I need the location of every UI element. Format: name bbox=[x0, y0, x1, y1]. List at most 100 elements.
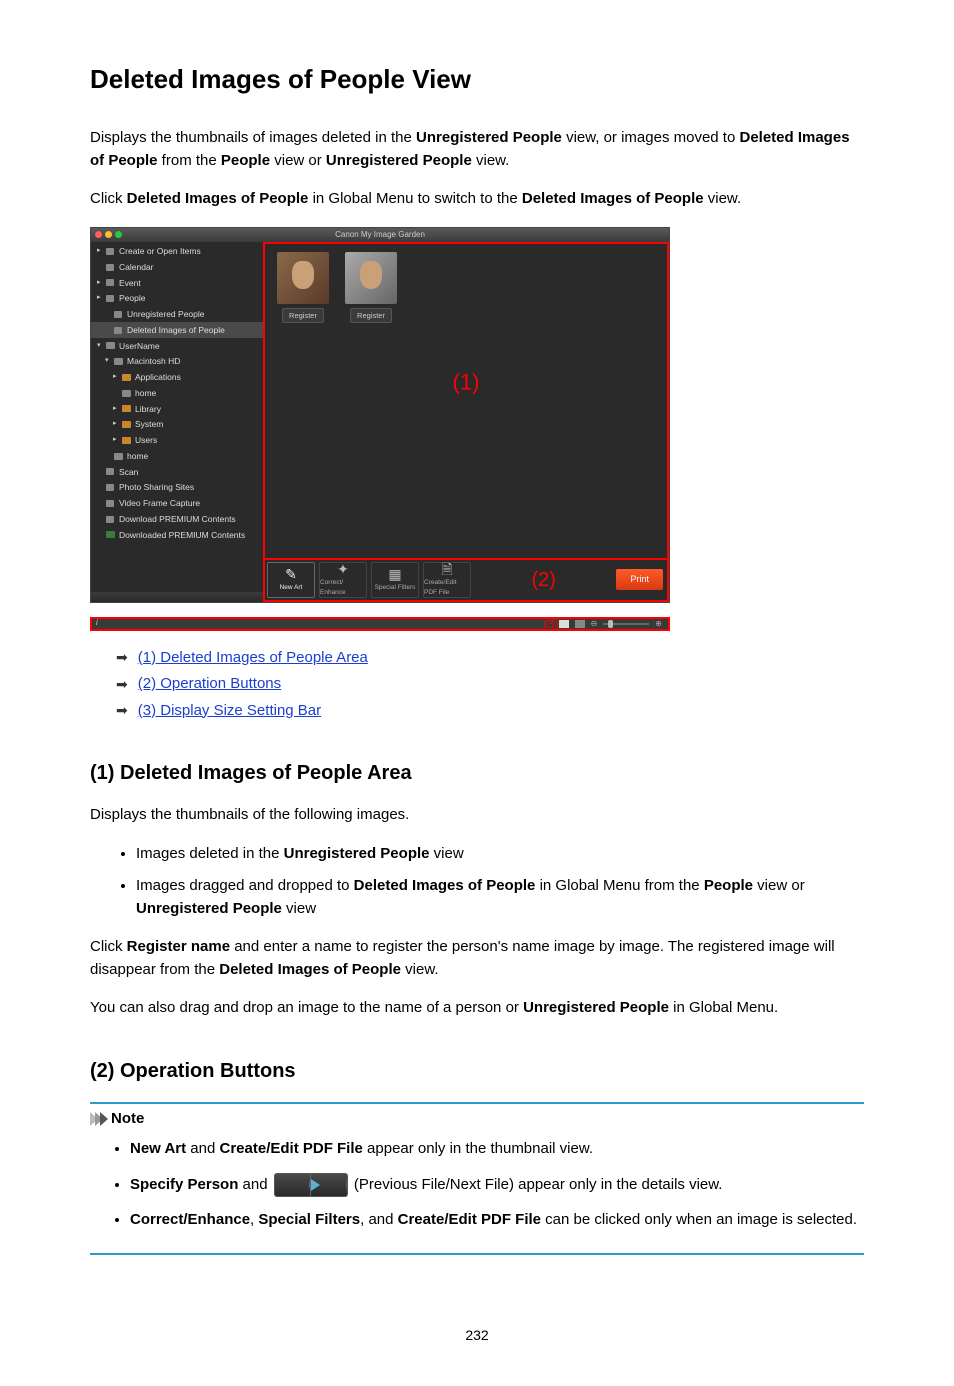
caret-icon: ▸ bbox=[97, 246, 103, 257]
details-view-icon[interactable] bbox=[575, 620, 585, 628]
sidebar-item[interactable]: Downloaded PREMIUM Contents bbox=[91, 527, 263, 543]
next-file-button[interactable] bbox=[311, 1174, 347, 1196]
sidebar-item[interactable]: Video Frame Capture bbox=[91, 496, 263, 512]
sidebar-item[interactable]: Download PREMIUM Contents bbox=[91, 511, 263, 527]
gen-icon bbox=[105, 247, 115, 255]
arrow-right-icon: ➡ bbox=[116, 647, 128, 668]
face-thumbnail bbox=[345, 252, 397, 304]
sidebar-item[interactable]: Deleted Images of People bbox=[91, 322, 263, 338]
arrow-right-icon: ➡ bbox=[116, 674, 128, 695]
gen-icon bbox=[105, 499, 115, 507]
zoom-in-icon[interactable]: ⊕ bbox=[655, 618, 662, 630]
operation-buttons-bar: ✎New Art ✦Correct/ Enhance ▦Special Filt… bbox=[263, 558, 669, 602]
note-box: Note New Art and Create/Edit PDF File ap… bbox=[90, 1102, 864, 1255]
link-area-2[interactable]: (2) Operation Buttons bbox=[138, 673, 281, 696]
gen-icon bbox=[105, 515, 115, 523]
window-controls bbox=[95, 231, 122, 238]
prev-file-button[interactable] bbox=[275, 1174, 311, 1196]
section-2-heading: (2) Operation Buttons bbox=[90, 1056, 864, 1086]
sidebar-item[interactable]: ▸System bbox=[91, 417, 263, 433]
caret-icon: ▸ bbox=[97, 278, 103, 289]
enhance-icon: ✦ bbox=[337, 562, 349, 576]
gen-icon bbox=[113, 310, 123, 318]
sidebar-item[interactable]: Scan bbox=[91, 464, 263, 480]
pdf-icon: 🗎 bbox=[441, 562, 452, 576]
prev-next-file-buttons bbox=[274, 1173, 348, 1197]
sidebar-item-label: Event bbox=[119, 277, 141, 290]
computer-icon bbox=[113, 452, 123, 460]
caret-icon: ▸ bbox=[113, 435, 119, 446]
sidebar-item[interactable]: ▸ Applications bbox=[91, 370, 263, 386]
person-thumb[interactable]: Register bbox=[341, 252, 401, 323]
caret-icon: ▸ bbox=[113, 372, 119, 383]
caret-icon: ▸ bbox=[113, 419, 119, 430]
sidebar-item-label: Macintosh HD bbox=[127, 355, 180, 368]
arrow-right-icon bbox=[311, 1179, 347, 1191]
register-button[interactable]: Register bbox=[350, 308, 392, 323]
sidebar-item-label: UserName bbox=[119, 340, 160, 353]
sidebar-item-label: Applications bbox=[135, 371, 181, 384]
callout-2: (2) bbox=[532, 565, 556, 595]
sidebar-item[interactable]: ▸People bbox=[91, 291, 263, 307]
intro-para-1: Displays the thumbnails of images delete… bbox=[90, 127, 864, 172]
thumbnail-view-icon[interactable] bbox=[559, 620, 569, 628]
link-area-1[interactable]: (1) Deleted Images of People Area bbox=[138, 647, 368, 670]
section-1-heading: (1) Deleted Images of People Area bbox=[90, 758, 864, 788]
sidebar-item[interactable]: ▾Macintosh HD bbox=[91, 354, 263, 370]
sidebar-item[interactable]: ▸ Library bbox=[91, 401, 263, 417]
sidebar-item[interactable]: ▾UserName bbox=[91, 338, 263, 354]
minimize-icon bbox=[105, 231, 112, 238]
zoom-slider[interactable] bbox=[603, 623, 649, 625]
note-label: Note bbox=[111, 1108, 144, 1131]
sidebar-item[interactable]: Photo Sharing Sites bbox=[91, 480, 263, 496]
callout-1: (1) bbox=[453, 365, 480, 398]
app-screenshot: Canon My Image Garden ▸Create or Open It… bbox=[90, 227, 670, 603]
computer-icon bbox=[113, 358, 123, 366]
new-art-icon: ✎ bbox=[285, 567, 297, 581]
anchor-link-row: ➡ (3) Display Size Setting Bar bbox=[90, 700, 864, 723]
gen-icon bbox=[113, 326, 123, 334]
note-chevron-icon bbox=[90, 1112, 105, 1126]
folder-icon bbox=[121, 405, 131, 413]
caret-icon: ▸ bbox=[97, 293, 103, 304]
section-1-p3: Click Register name and enter a name to … bbox=[90, 936, 864, 981]
sidebar-item[interactable]: Unregistered People bbox=[91, 307, 263, 323]
sidebar-item-label: Calendar bbox=[119, 261, 154, 274]
sidebar-item[interactable]: home bbox=[91, 385, 263, 401]
correct-enhance-button[interactable]: ✦Correct/ Enhance bbox=[319, 562, 367, 598]
sidebar-item-label: Deleted Images of People bbox=[127, 324, 225, 337]
link-area-3[interactable]: (3) Display Size Setting Bar bbox=[138, 700, 321, 723]
app-title: Canon My Image Garden bbox=[335, 229, 425, 241]
zoom-out-icon[interactable]: ⊖ bbox=[591, 618, 598, 630]
sidebar-item-label: Download PREMIUM Contents bbox=[119, 513, 236, 526]
sidebar-item-label: home bbox=[127, 450, 148, 463]
folder-icon bbox=[121, 436, 131, 444]
sidebar-item[interactable]: Calendar bbox=[91, 259, 263, 275]
section-1-p4: You can also drag and drop an image to t… bbox=[90, 997, 864, 1020]
page-number: 232 bbox=[90, 1325, 864, 1346]
special-filters-button[interactable]: ▦Special Filters bbox=[371, 562, 419, 598]
caret-icon: ▸ bbox=[113, 404, 119, 415]
anchor-link-row: ➡ (2) Operation Buttons bbox=[90, 673, 864, 696]
sidebar-item-label: Library bbox=[135, 403, 161, 416]
gen-icon bbox=[105, 484, 115, 492]
new-art-button[interactable]: ✎New Art bbox=[267, 562, 315, 598]
sidebar-item-label: Scan bbox=[119, 466, 138, 479]
sidebar-item[interactable]: home bbox=[91, 448, 263, 464]
sidebar-item-label: Unregistered People bbox=[127, 308, 205, 321]
person-thumb[interactable]: Register bbox=[273, 252, 333, 323]
gen-icon bbox=[105, 295, 115, 303]
intro-para-2: Click Deleted Images of People in Global… bbox=[90, 188, 864, 211]
arrow-left-icon bbox=[275, 1179, 310, 1191]
create-edit-pdf-button[interactable]: 🗎Create/Edit PDF File bbox=[423, 562, 471, 598]
print-button[interactable]: Print bbox=[616, 569, 663, 591]
dl-icon bbox=[105, 531, 115, 539]
register-button[interactable]: Register bbox=[282, 308, 324, 323]
list-item: Images deleted in the Unregistered Peopl… bbox=[136, 843, 864, 866]
list-item: Images dragged and dropped to Deleted Im… bbox=[136, 875, 864, 920]
folder-icon bbox=[121, 421, 131, 429]
sidebar-item[interactable]: ▸Users bbox=[91, 433, 263, 449]
sidebar-item[interactable]: ▸Create or Open Items bbox=[91, 244, 263, 260]
sidebar-item[interactable]: ▸ Event bbox=[91, 275, 263, 291]
folder-icon bbox=[121, 373, 131, 381]
